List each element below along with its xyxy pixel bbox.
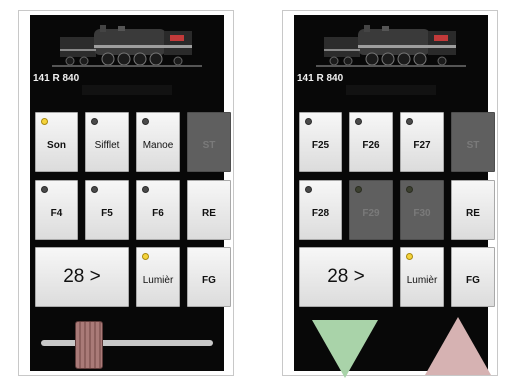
f5-button[interactable]: F5 [85,180,129,240]
st-button[interactable]: ST [451,112,495,172]
right-phone-screenshot: 141 R 840 F25 F26 F27 ST F28 F29 F30 RE … [282,10,498,378]
f4-led-icon [41,186,48,193]
f28-led-icon [305,186,312,193]
f25-button[interactable]: F25 [299,112,342,172]
f25-led-icon [305,118,312,125]
f26-button[interactable]: F26 [349,112,393,172]
f30-led-icon [406,186,413,193]
speed-button[interactable]: 28 > [35,247,129,307]
locomotive-image [52,25,202,67]
speed-button[interactable]: 28 > [299,247,393,307]
f5-led-icon [91,186,98,193]
son-button[interactable]: Son [35,112,78,172]
throttle-screen-functions: 141 R 840 F25 F26 F27 ST F28 F29 F30 RE … [294,15,495,378]
lumiere-button[interactable]: Lumièr [136,247,180,307]
sifflet-led-icon [91,118,98,125]
re-button[interactable]: RE [187,180,231,240]
locomotive-id: 141 R 840 [33,73,80,84]
manoe-led-icon [142,118,149,125]
manoe-button[interactable]: Manoe [136,112,180,172]
f27-button[interactable]: F27 [400,112,444,172]
f28-button[interactable]: F28 [299,180,342,240]
lumiere-led-icon [142,253,149,260]
locomotive-info-bar [82,85,172,95]
son-led-icon [41,118,48,125]
direction-forward-arrow-icon[interactable] [425,317,491,375]
locomotive-info-bar [346,85,436,95]
locomotive-image [316,25,466,67]
st-button[interactable]: ST [187,112,231,172]
re-button[interactable]: RE [451,180,495,240]
locomotive-id: 141 R 840 [297,73,344,84]
f6-led-icon [142,186,149,193]
sifflet-button[interactable]: Sifflet [85,112,129,172]
fg-button[interactable]: FG [451,247,495,307]
f29-button[interactable]: F29 [349,180,393,240]
f27-led-icon [406,118,413,125]
f26-led-icon [355,118,362,125]
fg-button[interactable]: FG [187,247,231,307]
lumiere-led-icon [406,253,413,260]
direction-reverse-arrow-icon[interactable] [312,320,378,378]
f29-led-icon [355,186,362,193]
f6-button[interactable]: F6 [136,180,180,240]
throttle-screen: 141 R 840 Son Sifflet Manoe ST F4 F5 F6 … [30,15,231,371]
f4-button[interactable]: F4 [35,180,78,240]
lumiere-button[interactable]: Lumièr [400,247,444,307]
f30-button[interactable]: F30 [400,180,444,240]
speed-slider-track[interactable] [41,340,213,346]
speed-slider-thumb[interactable] [75,321,103,369]
left-phone-screenshot: 141 R 840 Son Sifflet Manoe ST F4 F5 F6 … [18,10,234,376]
